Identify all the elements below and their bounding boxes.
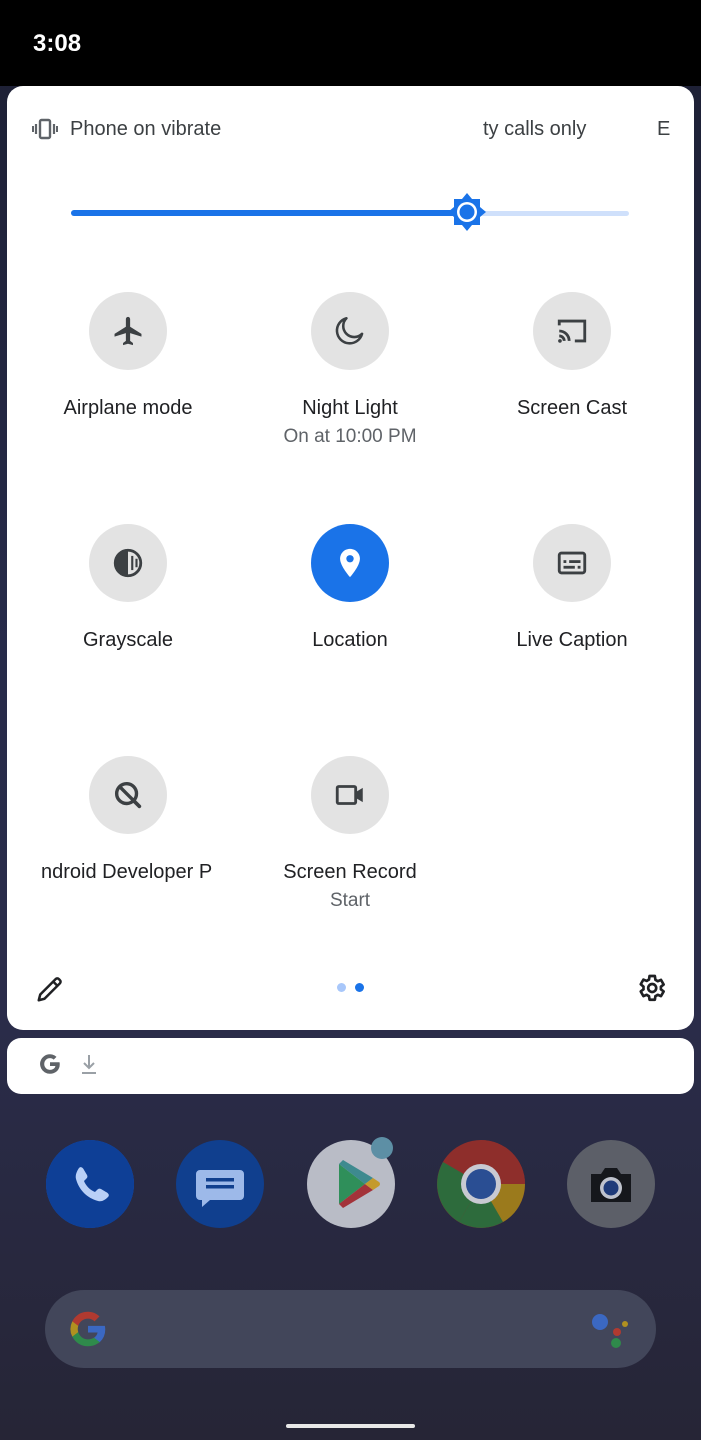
tile-night-light[interactable]: Night Light On at 10:00 PM	[239, 292, 461, 492]
tile-label: Night Light	[302, 397, 398, 419]
gear-icon	[639, 974, 665, 1002]
vibrate-icon[interactable]	[32, 116, 58, 147]
page-indicator	[337, 983, 367, 995]
tile-label: Airplane mode	[63, 397, 193, 419]
tile-screen-cast[interactable]: Screen Cast	[461, 292, 683, 492]
status-bar: 3:08	[0, 0, 701, 86]
assistant-icon[interactable]	[589, 1310, 633, 1355]
tile-label: ndroid Developer P	[41, 861, 213, 883]
brightness-slider[interactable]	[67, 192, 637, 236]
camera-app-icon[interactable]	[567, 1140, 655, 1228]
tile-label: Screen Record	[283, 861, 417, 883]
vibrate-status-text[interactable]: Phone on vibrate	[70, 118, 221, 141]
edit-tiles-button[interactable]	[35, 974, 65, 1004]
tile-android-developer-preview[interactable]: ndroid Developer P	[17, 756, 239, 956]
moon-icon	[335, 316, 364, 345]
grayscale-icon	[113, 548, 143, 578]
tile-grayscale[interactable]: Grayscale	[17, 524, 239, 724]
developer-preview-icon	[114, 781, 142, 809]
tile-live-caption[interactable]: Live Caption	[461, 524, 683, 724]
tile-sub: On at 10:00 PM	[283, 426, 417, 447]
location-pin-icon	[340, 548, 360, 578]
cast-icon	[557, 319, 587, 343]
qs-header: Phone on vibrate ty calls only E	[7, 106, 694, 152]
notification-bar[interactable]	[7, 1038, 694, 1094]
tile-icon-bg[interactable]	[89, 524, 167, 602]
tile-label: Screen Cast	[516, 397, 628, 419]
tile-sub: Start	[329, 890, 371, 911]
tile-icon-bg[interactable]	[311, 524, 389, 602]
tile-icon-bg[interactable]	[89, 756, 167, 834]
camera-icon	[567, 1140, 655, 1228]
play-store-app-icon[interactable]	[307, 1137, 395, 1228]
quick-settings-panel: Phone on vibrate ty calls only E Airplan…	[7, 86, 694, 1030]
page-dot-1	[337, 983, 346, 992]
chrome-app-icon[interactable]	[437, 1140, 525, 1228]
dnd-status-text[interactable]: ty calls only	[483, 118, 603, 141]
tile-label: Location	[312, 629, 388, 651]
tile-icon-bg[interactable]	[89, 292, 167, 370]
tile-location[interactable]: Location	[239, 524, 461, 724]
tile-label: Grayscale	[82, 629, 174, 651]
airplane-icon	[114, 316, 142, 346]
tile-icon-bg[interactable]	[533, 292, 611, 370]
tile-icon-bg[interactable]	[311, 292, 389, 370]
brightness-track-fill	[71, 210, 468, 216]
messages-app-icon[interactable]	[176, 1140, 264, 1228]
status-time: 3:08	[33, 30, 82, 57]
download-icon	[79, 1052, 99, 1083]
tile-icon-bg[interactable]	[311, 756, 389, 834]
brightness-sun-icon	[448, 193, 487, 231]
phone-app-icon[interactable]	[46, 1140, 134, 1228]
video-camera-icon	[335, 785, 363, 805]
tile-screen-record[interactable]: Screen Record Start	[239, 756, 461, 956]
caption-icon	[557, 551, 587, 575]
tile-label: Live Caption	[516, 629, 628, 651]
google-g-icon[interactable]	[65, 1306, 111, 1357]
settings-button[interactable]	[635, 972, 667, 1004]
google-g-icon	[37, 1050, 63, 1083]
tile-airplane-mode[interactable]: Airplane mode	[17, 292, 239, 492]
page-dot-2	[355, 983, 364, 992]
messages-icon	[176, 1140, 264, 1228]
brightness-thumb[interactable]	[447, 192, 487, 232]
home-search-bar[interactable]	[45, 1290, 656, 1368]
tile-icon-bg[interactable]	[533, 524, 611, 602]
extra-status-text[interactable]: E	[657, 118, 670, 141]
play-store-icon	[307, 1137, 395, 1228]
gesture-nav-handle[interactable]	[286, 1424, 415, 1428]
pencil-icon	[37, 977, 62, 1002]
phone-icon	[46, 1140, 134, 1228]
chrome-icon	[437, 1140, 525, 1228]
